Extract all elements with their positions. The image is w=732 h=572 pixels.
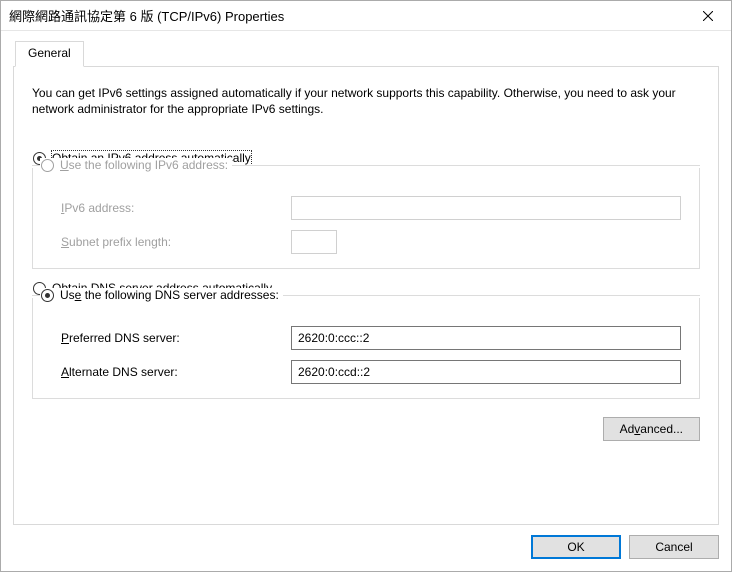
field-preferred-dns: Preferred DNS server: [61,326,681,350]
window-title: 網際網路通訊協定第 6 版 (TCP/IPv6) Properties [9,6,685,25]
close-icon [703,11,713,21]
tab-general[interactable]: General [15,41,84,67]
input-preferred-dns[interactable] [291,326,681,350]
field-prefix-length: Subnet prefix length: [61,230,681,254]
field-ipv6-address: IPv6 address: [61,196,681,220]
label-preferred-dns: Preferred DNS server: [61,331,291,345]
field-alternate-dns: Alternate DNS server: [61,360,681,384]
input-ipv6-address [291,196,681,220]
label-alternate-dns: Alternate DNS server: [61,365,291,379]
advanced-row: Advanced... [32,417,700,441]
radio-icon [41,159,54,172]
close-button[interactable] [685,1,731,31]
radio-icon [41,289,54,302]
label-prefix-length: Subnet prefix length: [61,235,291,249]
intro-text: You can get IPv6 settings assigned autom… [32,85,700,117]
dialog-footer: OK Cancel [13,535,719,559]
cancel-button[interactable]: Cancel [629,535,719,559]
advanced-button[interactable]: Advanced... [603,417,700,441]
radio-dns-manual-label: Use the following DNS server addresses: [60,288,279,302]
tab-strip: General [13,41,719,67]
content-area: General You can get IPv6 settings assign… [1,31,731,571]
tab-panel-general: You can get IPv6 settings assigned autom… [13,66,719,525]
radio-ip-manual-label: Use the following IPv6 address: [60,158,228,172]
titlebar: 網際網路通訊協定第 6 版 (TCP/IPv6) Properties [1,1,731,31]
group-ip-manual: Use the following IPv6 address: IPv6 add… [32,168,700,269]
tab-container: General You can get IPv6 settings assign… [13,41,719,525]
group-dns-manual: Use the following DNS server addresses: … [32,298,700,399]
radio-dns-manual[interactable]: Use the following DNS server addresses: [40,288,283,302]
input-alternate-dns[interactable] [291,360,681,384]
label-ipv6-address: IPv6 address: [61,201,291,215]
input-prefix-length [291,230,337,254]
radio-ip-manual[interactable]: Use the following IPv6 address: [40,158,232,172]
ok-button[interactable]: OK [531,535,621,559]
